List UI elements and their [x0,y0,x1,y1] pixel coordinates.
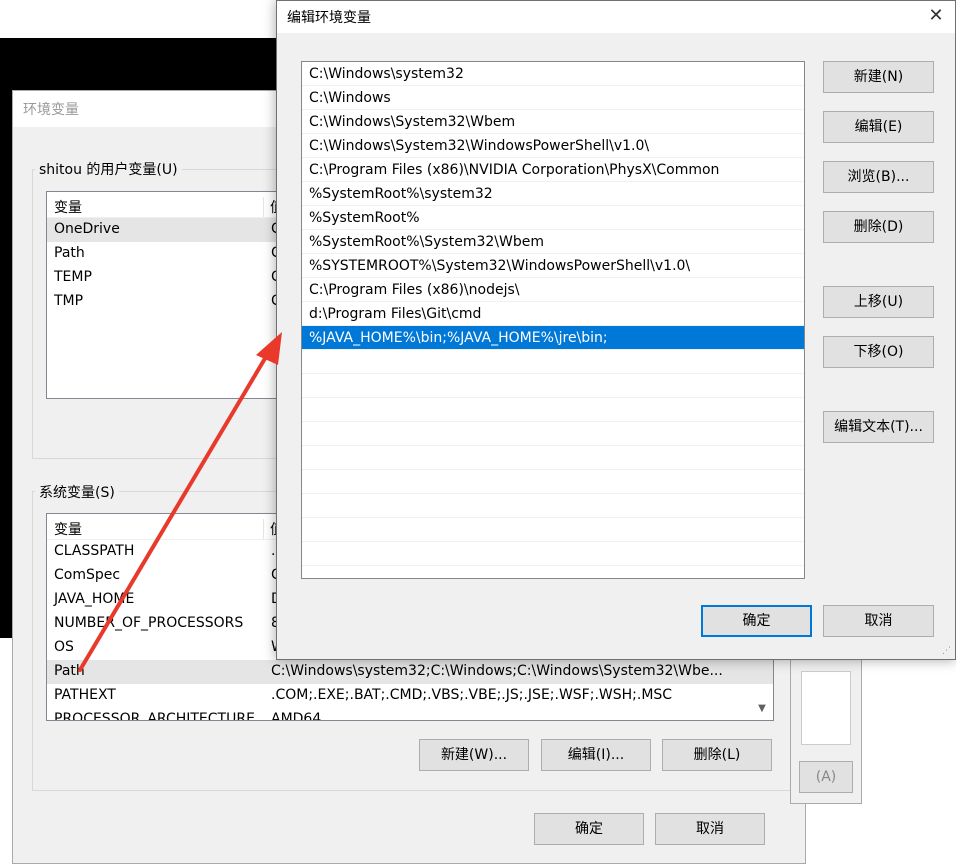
arrow-shaft [78,348,272,672]
arrow-head-icon [256,332,282,365]
annotation-arrow [78,332,282,672]
